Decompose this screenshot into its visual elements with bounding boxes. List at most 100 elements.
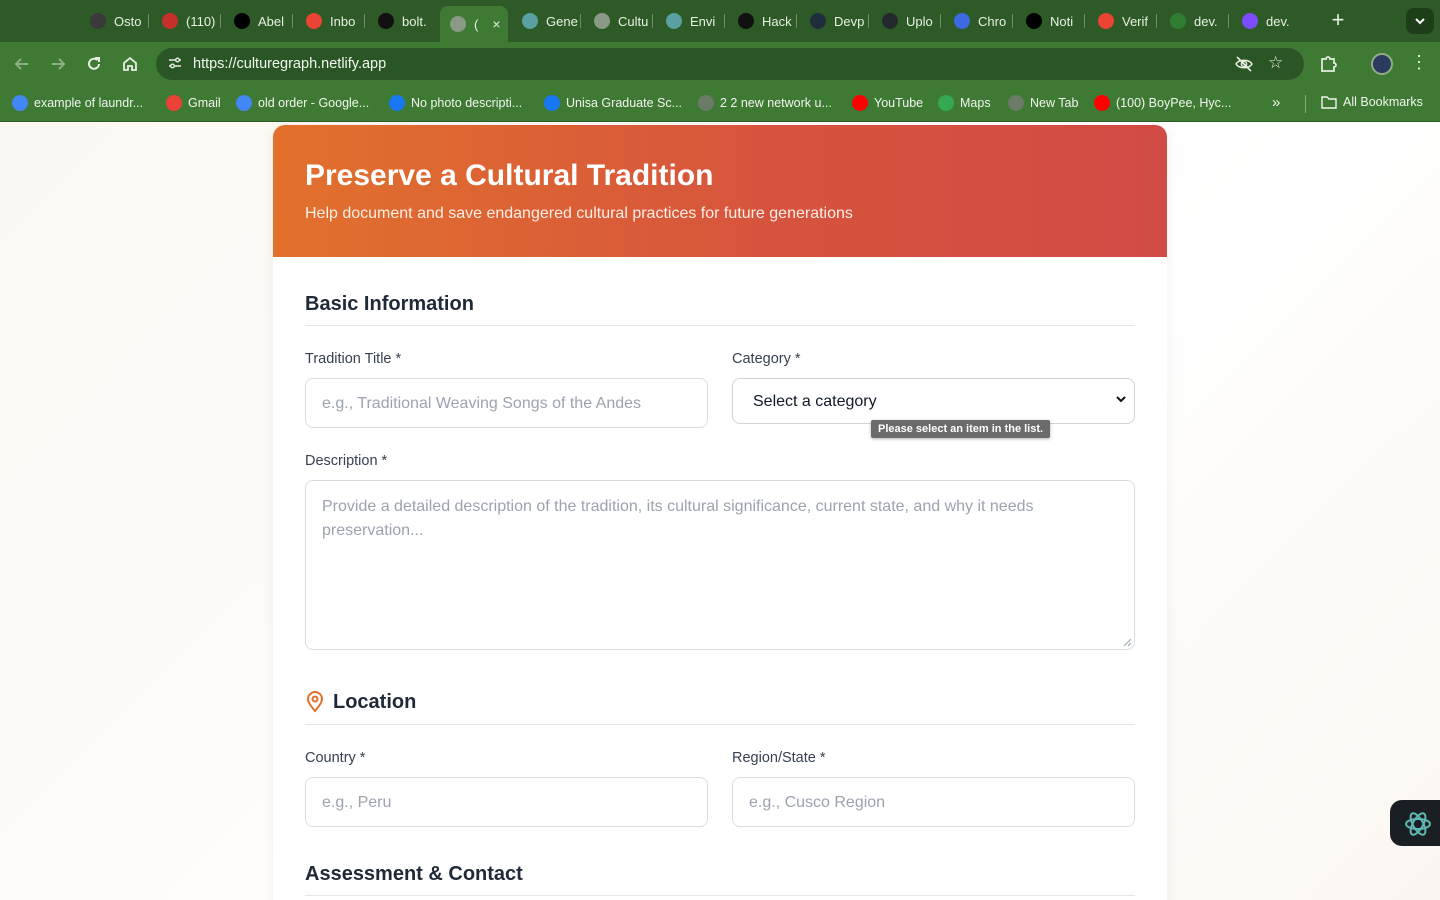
tab-title: Chro [978, 13, 1007, 29]
region-label: Region/State * [732, 750, 826, 766]
github-icon [882, 13, 898, 29]
tab-separator [292, 14, 293, 28]
bookmark-label: New Tab [1030, 96, 1079, 110]
tab-title: Inbo [330, 13, 356, 29]
tradition-title-input[interactable]: e.g., Traditional Weaving Songs of the A… [305, 378, 708, 428]
tab-separator [148, 14, 149, 28]
tab-title: ( [474, 16, 479, 32]
browser-tab[interactable]: Uplo [872, 6, 938, 36]
region-placeholder: e.g., Cusco Region [749, 794, 886, 811]
x-icon [1026, 13, 1042, 29]
more-bookmarks-chevron-icon[interactable]: » [1272, 94, 1280, 111]
bookmark-label: Maps [960, 96, 991, 110]
site-settings-icon[interactable] [166, 55, 184, 73]
browser-tab[interactable]: Envi [656, 6, 722, 36]
bookmark-item[interactable]: example of laundr... [12, 95, 143, 111]
region-input[interactable]: e.g., Cusco Region [732, 777, 1135, 827]
bookmark-item[interactable]: 2 2 new network u... [698, 95, 832, 111]
browser-tab[interactable]: Osto [80, 6, 146, 36]
bookmark-item[interactable]: Unisa Graduate Sc... [544, 95, 682, 111]
browser-tab[interactable]: Inbo [296, 6, 362, 36]
gmail-icon [1098, 13, 1114, 29]
category-select[interactable]: Select a category [732, 378, 1135, 424]
bookmark-item[interactable]: No photo descripti... [389, 95, 522, 111]
browser-tab[interactable]: dev. [1160, 6, 1226, 36]
bolt-icon [378, 13, 394, 29]
browser-tab[interactable]: Gene [512, 6, 578, 36]
tab-separator [364, 14, 365, 28]
section-divider [305, 895, 1135, 896]
tab-title: Uplo [906, 13, 933, 29]
home-button[interactable] [118, 52, 142, 76]
x-icon [234, 13, 250, 29]
tab-separator [868, 14, 869, 28]
tab-separator [940, 14, 941, 28]
tab-separator [652, 14, 653, 28]
bookmark-star-icon[interactable]: ☆ [1268, 53, 1283, 73]
bookmark-label: old order - Google... [258, 96, 370, 110]
bookmark-item[interactable]: YouTube [852, 95, 923, 111]
tab-search-button[interactable] [1406, 8, 1434, 34]
openai-logo-icon [1405, 812, 1431, 836]
back-button[interactable] [10, 52, 34, 76]
bookmark-item[interactable]: Gmail [166, 95, 221, 111]
bookmark-label: (100) BoyPee, Hyc... [1116, 96, 1232, 110]
reload-icon [88, 57, 100, 70]
tab-title: Envi [690, 13, 716, 29]
browser-tab[interactable]: bolt. [368, 6, 434, 36]
section-title-basic-information: Basic Information [305, 293, 474, 315]
tab-title: Abel [258, 13, 285, 29]
facebook-icon [389, 95, 405, 111]
folder-icon [1321, 96, 1337, 109]
browser-tab[interactable]: Abel [224, 6, 290, 36]
bookmark-label: Gmail [188, 96, 221, 110]
bookmark-label: No photo descripti... [411, 96, 523, 110]
google-icon [236, 95, 252, 111]
bookmark-label: Unisa Graduate Sc... [566, 96, 683, 110]
tab-title: Noti [1050, 13, 1074, 29]
all-bookmarks-button[interactable]: All Bookmarks [1321, 95, 1423, 109]
extensions-puzzle-icon[interactable] [1318, 52, 1340, 74]
tab-title: Devp [834, 13, 865, 29]
description-textarea[interactable]: Provide a detailed description of the tr… [305, 480, 1135, 650]
tab-strip: Osto (110) Abel Inbo bolt.(× Gene Cultu Envi Hac… [0, 0, 1440, 42]
bookmarks-divider [1305, 95, 1306, 113]
browser-tab[interactable]: Noti [1016, 6, 1082, 36]
browser-tab[interactable]: (110) [152, 6, 218, 36]
tab-title: Osto [114, 13, 142, 29]
bookmarks-bar: example of laundr... Gmail old order - Goo… [0, 86, 1440, 122]
bookmark-item[interactable]: old order - Google... [236, 95, 369, 111]
browser-tab[interactable]: (× [440, 6, 508, 42]
address-bar[interactable]: https://culturegraph.netlify.app ☆ [156, 48, 1304, 80]
tradition-title-label: Tradition Title * [305, 351, 402, 367]
browser-tab[interactable]: Chro [944, 6, 1010, 36]
browser-tab[interactable]: Verif [1088, 6, 1154, 36]
resize-grip-icon[interactable] [1122, 637, 1132, 647]
browser-tab[interactable]: Hack [728, 6, 794, 36]
bookmark-label: example of laundr... [34, 96, 144, 110]
gmail-icon [306, 13, 322, 29]
tab-title: (110) [186, 13, 216, 29]
chevron-down-icon [1116, 396, 1126, 403]
browser-tab[interactable]: Devp [800, 6, 866, 36]
reload-button[interactable] [82, 52, 106, 76]
menu-kebab-icon[interactable]: ⋮ [1410, 52, 1428, 73]
browser-tab[interactable]: Cultu [584, 6, 650, 36]
new-tab-button[interactable]: + [1326, 8, 1350, 32]
url-text[interactable]: https://culturegraph.netlify.app [193, 56, 386, 72]
assistant-floating-button[interactable] [1390, 800, 1440, 846]
validation-tooltip: Please select an item in the list. [871, 420, 1051, 438]
tab-separator [1012, 14, 1013, 28]
bookmark-item[interactable]: Maps [938, 95, 991, 111]
maps-icon [938, 95, 954, 111]
profile-avatar[interactable] [1371, 53, 1393, 75]
close-tab-icon[interactable]: × [492, 16, 500, 32]
section-title-assessment-contact: Assessment & Contact [305, 863, 523, 885]
eye-off-icon[interactable] [1234, 54, 1254, 74]
bookmark-item[interactable]: (100) BoyPee, Hyc... [1094, 95, 1231, 111]
bookmark-item[interactable]: New Tab [1008, 95, 1078, 111]
browser-tab[interactable]: dev. [1232, 6, 1298, 36]
country-input[interactable]: e.g., Peru [305, 777, 708, 827]
page-subtitle: Help document and save endangered cultur… [305, 205, 853, 222]
forward-button[interactable] [46, 52, 70, 76]
